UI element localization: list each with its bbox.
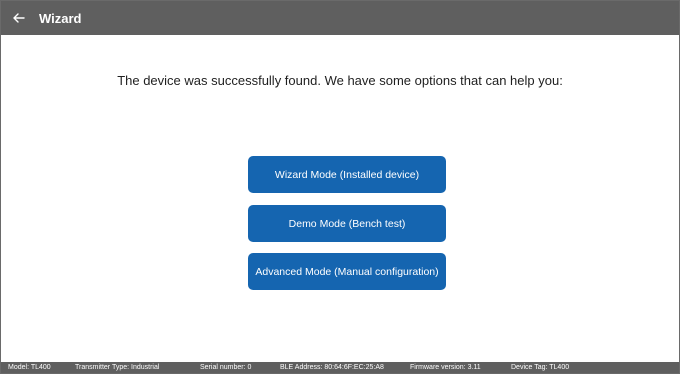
advanced-mode-button[interactable]: Advanced Mode (Manual configuration) bbox=[248, 253, 446, 290]
status-device-tag: Device Tag: TL400 bbox=[511, 364, 570, 371]
wizard-window: Wizard The device was successfully found… bbox=[0, 0, 680, 374]
status-serial-number: Serial number: 0 bbox=[200, 364, 252, 371]
page-title: Wizard bbox=[39, 10, 82, 26]
header-bar: Wizard bbox=[1, 1, 679, 35]
status-message: The device was successfully found. We ha… bbox=[117, 73, 563, 88]
status-transmitter-type: Transmitter Type: Industrial bbox=[75, 364, 160, 371]
status-ble-address: BLE Address: 80:64:6F:EC:25:A8 bbox=[280, 364, 384, 371]
wizard-mode-button[interactable]: Wizard Mode (Installed device) bbox=[248, 156, 446, 193]
status-model: Model: TL400 bbox=[8, 364, 51, 371]
status-bar: Model: TL400 Transmitter Type: Industria… bbox=[1, 362, 679, 373]
back-button[interactable] bbox=[1, 1, 37, 35]
status-firmware-version: Firmware version: 3.11 bbox=[410, 364, 481, 371]
demo-mode-button[interactable]: Demo Mode (Bench test) bbox=[248, 205, 446, 242]
arrow-left-icon bbox=[13, 13, 25, 23]
